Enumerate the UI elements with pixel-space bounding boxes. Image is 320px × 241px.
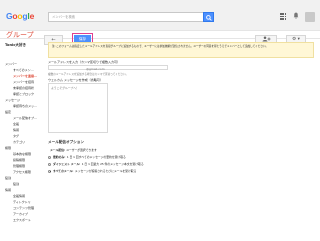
delivery-description: メール配信: ユーザーが選択できます <box>50 148 97 152</box>
option-name: 要約のみ: <box>53 155 66 159</box>
google-logo[interactable]: Google <box>6 11 34 21</box>
option-desc: 1 日 1 回すべてのメッセージの要約を受け取る <box>66 155 126 159</box>
welcome-message-textarea[interactable]: ようこそグループへ！ <box>48 83 108 133</box>
email-value: @gmail.com <box>86 66 105 71</box>
sidebar-nav: メンバー すべてのメン… メンバーを直接… メンバーを招待 未承認の招待状 承認… <box>4 61 44 223</box>
delivery-options-heading: メール配信オプション <box>48 140 84 144</box>
sidebar-item-export[interactable]: エクスポート <box>4 217 44 223</box>
delivery-option-digest[interactable]: ダイジェスト メール: 1 日 1 回最大 25 件のメッセージ本文を受け取る <box>48 162 144 166</box>
notice-banner: 注: このフォームは指定したメールアドレスを直接グループに追加するもので、ユーザ… <box>48 42 314 58</box>
radio-all-email[interactable] <box>48 169 51 173</box>
top-bar: Google メンバーを検索 <box>0 0 320 31</box>
search-button[interactable] <box>203 12 214 22</box>
email-label: メールアドレスを入力（カンマ区切りで複数入力可） <box>48 60 121 64</box>
search-input[interactable]: メンバーを検索 <box>48 12 207 22</box>
delivery-option-summary[interactable]: 要約のみ: 1 日 1 回すべてのメッセージの要約を受け取る <box>48 155 126 159</box>
email-input[interactable]: @gmail.com <box>48 65 168 71</box>
delivery-desc-text: ユーザーが選択できます <box>66 148 97 152</box>
notifications-icon[interactable] <box>293 12 299 19</box>
delivery-option-all-email[interactable]: すべてのメール: メッセージが投稿されるたびにメールを受け取る <box>48 169 136 173</box>
sidebar: Tonic大好き メンバー すべてのメン… メンバーを直接… メンバーを招待 未… <box>0 40 44 241</box>
option-desc: 1 日 1 回最大 25 件のメッセージ本文を受け取る <box>81 162 144 166</box>
option-name: すべてのメール: <box>53 169 74 173</box>
search-icon <box>206 14 212 21</box>
delivery-desc-label: メール配信: <box>50 148 67 152</box>
radio-summary[interactable] <box>48 155 51 159</box>
email-hint: 複数のメールアドレスを追加する場合はカンマで区切ってください。 <box>48 73 129 76</box>
group-title[interactable]: Tonic大好き <box>5 43 26 48</box>
welcome-label: ウェルカム メッセージを作成（省略可） <box>48 78 103 82</box>
option-desc: メッセージが投稿されるたびにメールを受け取る <box>74 169 137 173</box>
account-avatar[interactable] <box>305 12 315 22</box>
radio-digest[interactable] <box>48 162 51 166</box>
apps-grid-icon[interactable] <box>280 13 287 20</box>
option-name: ダイジェスト メール: <box>53 162 81 166</box>
